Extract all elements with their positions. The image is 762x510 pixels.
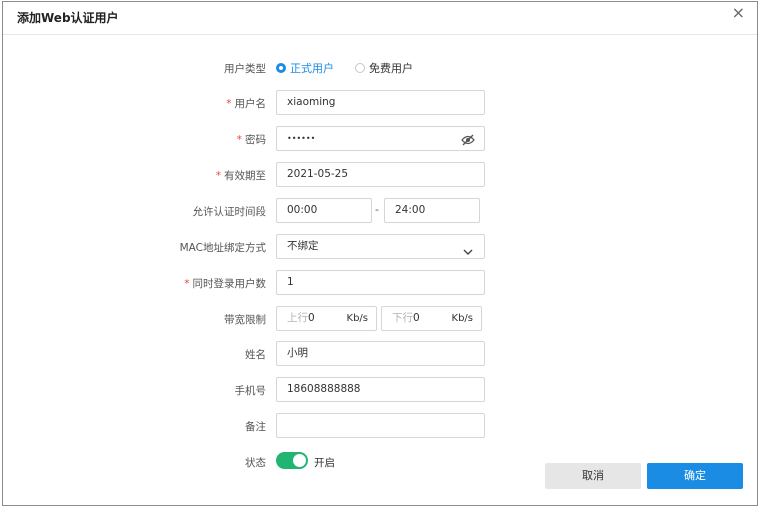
password-input[interactable]: ••••••	[276, 126, 485, 151]
radio-checked-icon	[276, 63, 286, 73]
status-label: 状态	[245, 457, 266, 469]
remark-input[interactable]	[276, 413, 485, 438]
phone-input[interactable]: 18608888888	[276, 377, 485, 402]
radio-formal-user[interactable]: 正式用户	[276, 60, 334, 76]
radio-formal-user-label: 正式用户	[290, 62, 334, 75]
upload-value: 0	[308, 312, 315, 324]
dialog-header: 添加Web认证用户 ×	[3, 2, 757, 35]
valid-until-date-input[interactable]: 2021-05-25	[276, 162, 485, 187]
required-mark: *	[184, 278, 190, 290]
remark-label: 备注	[245, 421, 266, 433]
upload-bandwidth-input[interactable]: 上行0 Kb/s	[276, 306, 377, 331]
required-mark: *	[215, 170, 221, 182]
upload-unit: Kb/s	[346, 313, 368, 324]
time-range-separator: -	[375, 203, 379, 216]
toggle-knob	[293, 454, 306, 467]
bandwidth-label: 带宽限制	[224, 314, 266, 326]
mac-binding-value: 不绑定	[287, 240, 319, 252]
password-label: * 密码	[236, 134, 266, 146]
status-toggle[interactable]	[276, 452, 308, 469]
name-label: 姓名	[245, 349, 266, 361]
auth-time-start-input[interactable]: 00:00	[276, 198, 372, 223]
download-unit: Kb/s	[451, 313, 473, 324]
close-icon[interactable]: ×	[732, 5, 745, 21]
username-label: * 用户名	[226, 98, 266, 110]
chevron-down-icon	[463, 242, 473, 265]
radio-free-user-label: 免费用户	[369, 62, 413, 75]
auth-time-end-input[interactable]: 24:00	[384, 198, 480, 223]
valid-until-label: * 有效期至	[215, 170, 266, 182]
concurrent-logins-input[interactable]: 1	[276, 270, 485, 295]
confirm-button[interactable]: 确定	[647, 463, 743, 489]
password-value: ••••••	[287, 134, 316, 143]
download-placeholder: 下行	[392, 312, 413, 324]
mac-binding-select[interactable]: 不绑定	[276, 234, 485, 259]
radio-free-user[interactable]: 免费用户	[355, 60, 413, 76]
cancel-button[interactable]: 取消	[545, 463, 641, 489]
required-mark: *	[226, 98, 232, 110]
username-input[interactable]: xiaoming	[276, 90, 485, 115]
dialog-title: 添加Web认证用户	[17, 11, 119, 25]
mac-binding-label: MAC地址绑定方式	[179, 242, 266, 254]
phone-label: 手机号	[234, 385, 267, 397]
download-value: 0	[413, 312, 420, 324]
upload-placeholder: 上行	[287, 312, 308, 324]
eye-slash-icon[interactable]	[461, 132, 475, 155]
auth-time-label: 允许认证时间段	[192, 206, 267, 218]
required-mark: *	[236, 134, 242, 146]
user-type-label: 用户类型	[224, 63, 266, 75]
download-bandwidth-input[interactable]: 下行0 Kb/s	[381, 306, 482, 331]
radio-unchecked-icon	[355, 63, 365, 73]
name-input[interactable]: 小明	[276, 341, 485, 366]
concurrent-logins-label: * 同时登录用户数	[184, 278, 266, 290]
status-toggle-label: 开启	[314, 457, 335, 469]
